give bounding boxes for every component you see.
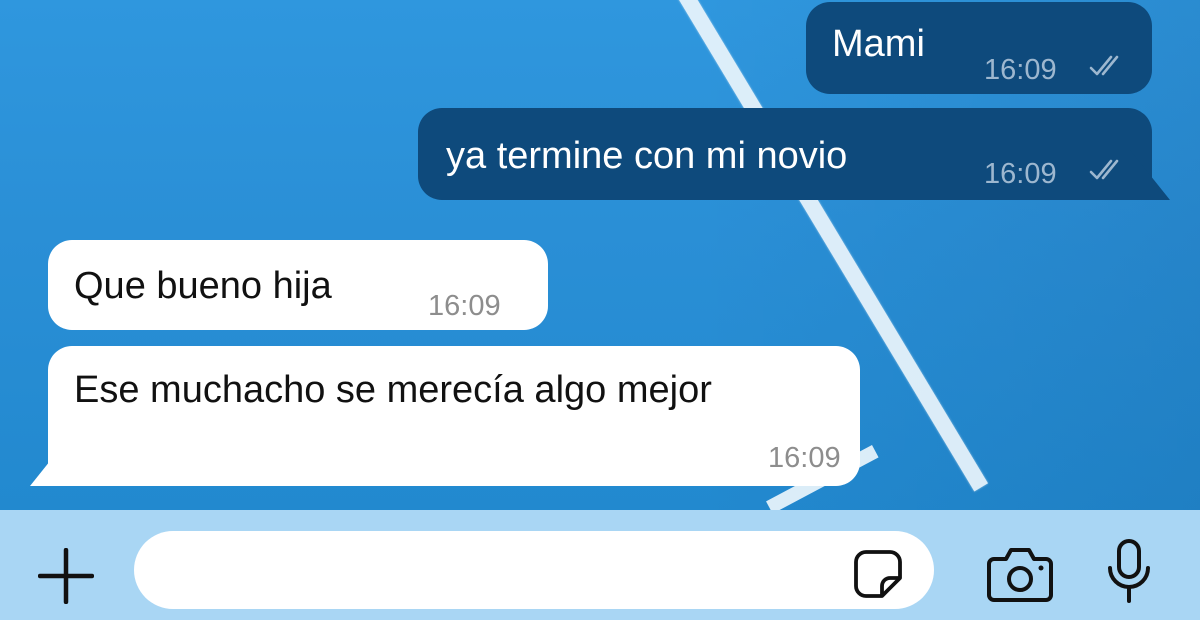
double-check-icon	[1089, 55, 1119, 76]
message-bubble-incoming[interactable]: Ese muchacho se merecía algo mejor 16:09	[48, 346, 860, 486]
message-time: 16:09	[984, 158, 1057, 190]
sticker-icon[interactable]	[852, 548, 904, 600]
message-text: Que bueno hija	[74, 265, 332, 307]
message-time: 16:09	[428, 290, 501, 322]
bubble-tail	[1130, 150, 1170, 200]
message-bubble-outgoing[interactable]: Mami 16:09	[806, 2, 1152, 94]
message-text: ya termine con mi novio	[446, 135, 848, 177]
message-bubble-outgoing[interactable]: ya termine con mi novio 16:09	[418, 108, 1152, 200]
plus-icon[interactable]	[38, 548, 94, 604]
microphone-icon[interactable]	[1106, 538, 1152, 604]
bubble-tail	[30, 436, 70, 486]
message-time: 16:09	[768, 442, 841, 474]
camera-icon[interactable]	[986, 545, 1054, 603]
double-check-icon	[1089, 159, 1119, 180]
message-time: 16:09	[984, 54, 1057, 86]
message-bubble-incoming[interactable]: Que bueno hija 16:09	[48, 240, 548, 330]
message-input[interactable]	[134, 531, 934, 609]
message-text: Ese muchacho se merecía algo mejor	[74, 369, 712, 411]
message-text: Mami	[832, 23, 925, 65]
